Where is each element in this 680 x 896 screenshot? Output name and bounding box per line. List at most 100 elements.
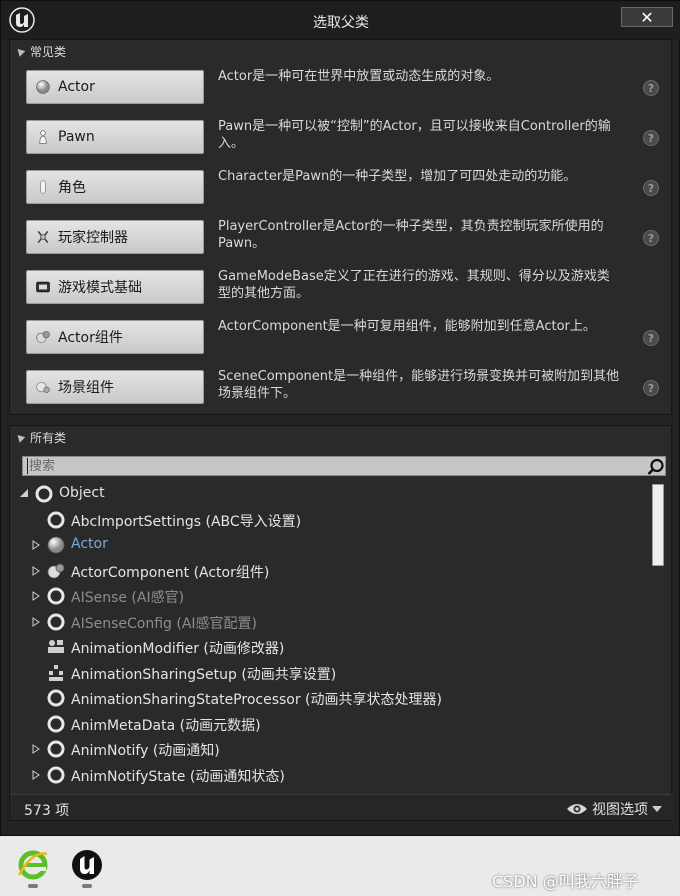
dropdown-caret-icon [652,806,662,812]
sphere-icon [36,80,50,94]
tree-row-label: AnimNotifyState (动画通知状态) [71,768,285,785]
expand-arrow-icon[interactable] [32,616,40,627]
pawn-icon [39,130,47,144]
actor-component-icon [47,563,65,578]
close-button[interactable]: ✕ [621,7,673,27]
common-class-label: Pawn [58,129,95,145]
ie-icon[interactable] [16,848,50,882]
tree-row[interactable]: AISense (AI感官) [14,584,648,609]
expand-arrow-icon[interactable] [32,565,40,576]
help-icon[interactable]: ? [643,80,659,96]
tree-row-label: AnimationSharingStateProcessor (动画共享状态处理… [71,692,442,708]
class-ring-icon [47,587,65,605]
game-mode-icon [36,281,50,293]
expand-arrow-icon[interactable] [32,744,40,754]
common-class-row: Pawn Pawn是一种可以被“控制”的Actor，且可以接收来自Controll… [24,118,664,162]
common-class-label: 玩家控制器 [58,230,128,246]
common-class-description: Pawn是一种可以被“控制”的Actor，且可以接收来自Controller的输… [218,119,611,151]
common-class-button[interactable]: Actor [26,70,204,104]
tree-row-label: AISense (AI感官) [71,590,185,606]
scrollbar-thumb[interactable] [652,484,664,566]
expand-arrow-icon[interactable] [32,591,40,601]
expand-arrow-icon[interactable] [32,769,40,780]
common-classes-header[interactable]: 常见类 [14,42,66,60]
common-class-description: SceneComponent是一种组件，能够进行场景变换并可被附加到其他场景组件… [218,369,620,401]
expand-arrow-icon[interactable] [32,540,40,550]
tree-row[interactable]: ActorComponent (Actor组件) [14,559,648,584]
search-box[interactable] [22,456,666,476]
collapse-triangle-icon[interactable] [14,45,26,57]
tree-row[interactable]: Actor [14,533,648,558]
help-icon[interactable]: ? [643,180,659,196]
player-controller-icon [37,230,49,244]
item-count: 573 项 [24,803,70,819]
search-input[interactable] [27,458,637,474]
common-class-label: 游戏模式基础 [58,280,142,296]
running-indicator [82,884,92,888]
help-icon[interactable]: ? [643,380,659,396]
eye-icon [567,804,587,814]
tree-row-label: AbcImportSettings (ABC导入设置) [71,513,302,530]
watermark: CSDN @叫我六胖子 [492,872,639,891]
common-class-row: 场景组件 SceneComponent是一种组件，能够进行场景变换并可被附加到其他… [24,368,664,412]
common-class-row: 角色 Character是Pawn的一种子类型，增加了可四处走动的功能。? [24,168,664,212]
tree-row[interactable]: AnimationModifier (动画修改器) [14,635,648,660]
common-class-button[interactable]: Pawn [26,120,204,154]
expanded-arrow-icon[interactable] [20,489,28,499]
tree-footer: 573 项 视图选项 [10,794,673,820]
tree-row[interactable]: AnimNotify (动画通知) [14,737,648,762]
animation-sharing-icon [49,664,63,681]
common-class-button[interactable]: 角色 [26,170,204,204]
common-class-description: Actor是一种可在世界中放置或动态生成的对象。 [218,69,500,84]
search-icon[interactable] [647,458,665,476]
common-class-description: GameModeBase定义了正在进行的游戏、其规则、得分以及游戏类型的其他方面… [218,269,610,301]
common-class-row: Actor Actor是一种可在世界中放置或动态生成的对象。? [24,68,664,112]
character-icon [40,180,46,194]
common-class-button[interactable]: 场景组件 [26,370,204,404]
common-class-label: 角色 [58,180,86,196]
tree-scrollbar[interactable] [652,484,664,794]
tree-row-label: AISenseConfig (AI感官配置) [71,615,257,632]
tree-row[interactable]: Object [14,482,648,507]
common-class-button[interactable]: Actor组件 [26,320,204,354]
tree-row-label: AnimationSharingSetup (动画共享设置) [71,666,337,683]
running-indicator [28,884,38,888]
class-ring-icon [47,740,65,758]
view-options-button[interactable]: 视图选项 [566,799,662,819]
tree-row-label: Object [59,485,105,501]
tree-row[interactable]: AISenseConfig (AI感官配置) [14,610,648,635]
class-ring-icon [47,689,65,707]
tree-row[interactable]: AnimationSharingSetup (动画共享设置) [14,661,648,686]
common-class-button[interactable]: 游戏模式基础 [26,270,204,304]
common-class-button[interactable]: 玩家控制器 [26,220,204,254]
tree-row-label: AnimNotify (动画通知) [71,743,220,759]
common-class-row: 游戏模式基础 GameModeBase定义了正在进行的游戏、其规则、得分以及游戏类… [24,268,664,312]
pick-parent-class-dialog: 选取父类 ✕ 常见类 Actor Actor是一种可在世界中放置或动态生成的对象。… [0,0,680,836]
scene-component-icon [36,381,50,393]
help-icon[interactable]: ? [643,230,659,246]
actor-component-icon [36,331,50,343]
tree-row[interactable]: AbcImportSettings (ABC导入设置) [14,508,648,533]
tree-row-label: AnimationModifier (动画修改器) [71,641,285,657]
help-icon[interactable]: ? [643,330,659,346]
class-ring-icon [47,766,65,783]
all-classes-section: 所有类 Object AbcImportSettings (ABC导入设置) Act… [9,425,673,821]
all-classes-header[interactable]: 所有类 [14,428,66,446]
class-ring-icon [47,715,65,732]
help-icon[interactable]: ? [643,130,659,146]
title-bar[interactable]: 选取父类 ✕ [1,1,680,39]
tree-row[interactable]: AnimNotifyState (动画通知状态) [14,763,648,788]
common-class-description: Character是Pawn的一种子类型，增加了可四处走动的功能。 [218,169,577,184]
tree-row[interactable]: AnimationSharingStateProcessor (动画共享状态处理… [14,686,648,711]
tree-row[interactable]: AnimMetaData (动画元数据) [14,712,648,737]
animation-modifier-icon [48,640,64,653]
common-class-label: Actor组件 [58,330,123,346]
unreal-icon[interactable] [70,848,104,882]
collapse-triangle-icon[interactable] [14,431,26,443]
class-tree: Object AbcImportSettings (ABC导入设置) Actor Ac… [14,482,648,794]
tree-row-label: AnimMetaData (动画元数据) [71,717,261,734]
common-class-row: 玩家控制器 PlayerController是Actor的一种子类型，其负责控制玩… [24,218,664,262]
sphere-icon [47,536,65,554]
common-class-row: Actor组件 ActorComponent是一种可复用组件，能够附加到任意Act… [24,318,664,362]
dialog-title: 选取父类 [313,15,369,31]
